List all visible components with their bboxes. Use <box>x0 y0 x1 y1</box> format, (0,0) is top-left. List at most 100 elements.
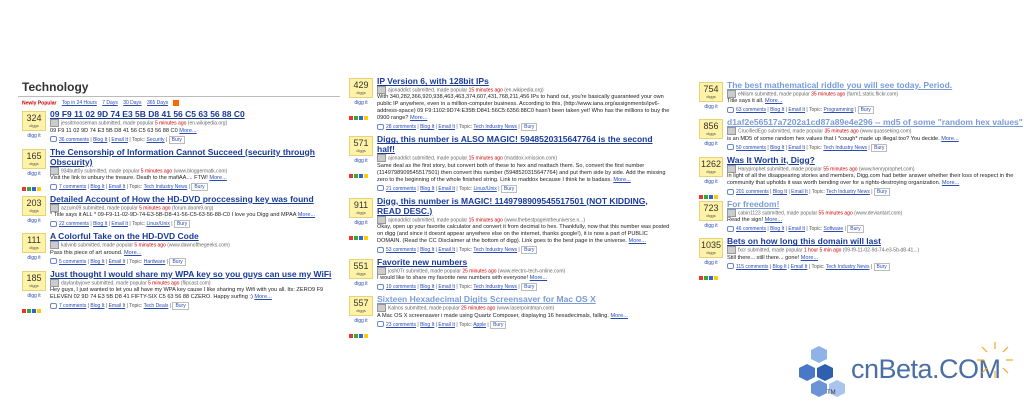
story-title-link[interactable]: The Censorship of Information Cannot Suc… <box>50 147 340 167</box>
blog-it-link[interactable]: Blog It <box>90 184 104 190</box>
bury-button[interactable]: Bury <box>521 283 538 292</box>
story-title-link[interactable]: Just thought I would share my WPA key so… <box>50 269 340 279</box>
submitter-link[interactable]: ajonaddict <box>388 87 411 93</box>
share-icon[interactable] <box>359 116 363 120</box>
submitter-link[interactable]: kalvinb <box>61 243 77 249</box>
email-it-link[interactable]: Email It <box>438 186 455 192</box>
comments-link[interactable]: 21 comments <box>386 186 416 192</box>
comments-link[interactable]: 7 comments <box>59 303 86 309</box>
topic-link[interactable]: Programming <box>823 107 853 113</box>
bury-button[interactable]: Bury <box>172 301 189 310</box>
share-icon[interactable] <box>37 308 41 313</box>
digg-it-button[interactable]: digg it <box>699 223 723 229</box>
email-it-link[interactable]: Email It <box>109 259 126 265</box>
digg-it-button[interactable]: digg it <box>349 318 373 324</box>
share-icon[interactable] <box>359 174 363 179</box>
share-icon[interactable] <box>364 174 368 179</box>
submitter-link[interactable]: ajonaddict <box>388 217 411 223</box>
digg-it-button[interactable]: digg it <box>349 100 373 106</box>
story-title-link[interactable]: d1af2e56517a7202a1cd87a89e4e296 -- md5 o… <box>727 117 1024 127</box>
story-title-link[interactable]: Detailed Account of How the HD-DVD procc… <box>50 194 340 204</box>
digg-it-button[interactable]: digg it <box>22 293 46 299</box>
share-icon[interactable] <box>354 116 358 120</box>
email-it-link[interactable]: Email It <box>791 189 808 195</box>
email-it-link[interactable]: Email It <box>788 107 805 113</box>
topic-link[interactable]: Tech Industry News <box>144 184 188 190</box>
share-icon[interactable] <box>359 235 363 240</box>
story-title-link[interactable]: 09 F9 11 02 9D 74 E3 5B D8 41 56 C5 63 5… <box>50 109 340 119</box>
share-icon[interactable] <box>364 235 368 240</box>
bury-button[interactable]: Bury <box>500 184 518 193</box>
digg-it-button[interactable]: digg it <box>349 220 373 226</box>
blog-it-link[interactable]: Blog It <box>93 137 107 143</box>
digg-it-button[interactable]: digg it <box>699 179 723 185</box>
more-link[interactable]: More... <box>765 98 782 104</box>
digg-it-button[interactable]: digg it <box>22 218 46 224</box>
submitter-link[interactable]: ajonaddict <box>388 156 411 162</box>
submitter-link[interactable]: jessitmooseman <box>61 121 97 127</box>
share-icon[interactable] <box>32 186 36 191</box>
bury-button[interactable]: Bury <box>521 245 538 254</box>
bury-button[interactable]: Bury <box>490 320 507 329</box>
avatar[interactable] <box>377 266 386 275</box>
topic-link[interactable]: Linux/Unix <box>146 221 169 227</box>
submitter-link[interactable]: CrucifiedEgo <box>738 129 767 135</box>
comments-link[interactable]: 5 comments <box>59 259 86 265</box>
avatar[interactable] <box>50 203 59 212</box>
avatar[interactable] <box>377 154 386 163</box>
avatar[interactable] <box>50 241 59 250</box>
digg-it-button[interactable]: digg it <box>22 255 46 261</box>
email-it-link[interactable]: Email It <box>111 221 128 227</box>
share-icon[interactable] <box>27 308 31 313</box>
tab-newly-popular[interactable]: Newly Popular <box>22 100 56 106</box>
comments-link[interactable]: 36 comments <box>59 137 89 143</box>
comments-link[interactable]: 53 comments <box>386 247 416 253</box>
topic-link[interactable]: Software <box>823 226 843 232</box>
submitter-link[interactable]: josh0Tr <box>388 268 405 274</box>
comments-link[interactable]: 23 comments <box>386 322 416 328</box>
story-title-link[interactable]: IP Version 6, with 128bit IPs <box>377 76 672 86</box>
submitter-link[interactable]: azzum09 <box>61 205 81 211</box>
blog-it-link[interactable]: Blog It <box>420 322 434 328</box>
share-icon[interactable] <box>22 308 26 313</box>
digg-it-button[interactable]: digg it <box>22 133 46 139</box>
avatar[interactable] <box>377 215 386 224</box>
email-it-link[interactable]: Email It <box>788 145 805 151</box>
blog-it-link[interactable]: Blog It <box>773 264 787 270</box>
topic-link[interactable]: Linux/Unix <box>473 186 496 192</box>
comments-link[interactable]: 22 comments <box>59 221 89 227</box>
story-title-link[interactable]: Was It Worth it, Digg? <box>727 155 1024 165</box>
more-link[interactable]: More... <box>942 180 959 186</box>
story-title-link[interactable]: Digg, this number is ALSO MAGIC! 5948520… <box>377 134 672 154</box>
bury-button[interactable]: Bury <box>168 135 185 144</box>
avatar[interactable] <box>727 246 736 255</box>
more-link[interactable]: More... <box>629 238 646 244</box>
topic-link[interactable]: Tech Industry News <box>473 284 517 290</box>
tab-30-days[interactable]: 30 Days <box>123 100 141 106</box>
share-icon[interactable] <box>354 235 358 240</box>
share-icon[interactable] <box>699 276 703 281</box>
digg-it-button[interactable]: digg it <box>349 281 373 287</box>
topic-link[interactable]: Tech Deals <box>144 303 169 309</box>
topic-link[interactable]: Apple <box>473 322 486 328</box>
rss-icon[interactable] <box>173 100 180 106</box>
email-it-link[interactable]: Email It <box>111 137 128 143</box>
blog-it-link[interactable]: Blog It <box>420 124 434 130</box>
blog-it-link[interactable]: Blog It <box>420 186 434 192</box>
share-icon[interactable] <box>349 116 353 120</box>
topic-link[interactable]: Tech Industry News <box>473 124 517 130</box>
story-title-link[interactable]: A Colorful Take on the HD-DVD Code <box>50 231 340 241</box>
tab-7-days[interactable]: 7 Days <box>102 100 118 106</box>
comments-link[interactable]: 115 comments <box>736 264 768 270</box>
more-link[interactable]: More... <box>298 212 315 218</box>
comments-link[interactable]: 19 comments <box>386 284 416 290</box>
email-it-link[interactable]: Email It <box>788 226 805 232</box>
share-icon[interactable] <box>37 186 41 191</box>
email-it-link[interactable]: Email It <box>109 303 126 309</box>
topic-link[interactable]: Tech Industry News <box>823 145 867 151</box>
bury-button[interactable]: Bury <box>169 257 186 266</box>
avatar[interactable] <box>727 208 736 217</box>
submitter-link[interactable]: cabin1123 <box>738 210 761 216</box>
digg-it-button[interactable]: digg it <box>699 260 723 266</box>
digg-it-button[interactable]: digg it <box>699 141 723 147</box>
